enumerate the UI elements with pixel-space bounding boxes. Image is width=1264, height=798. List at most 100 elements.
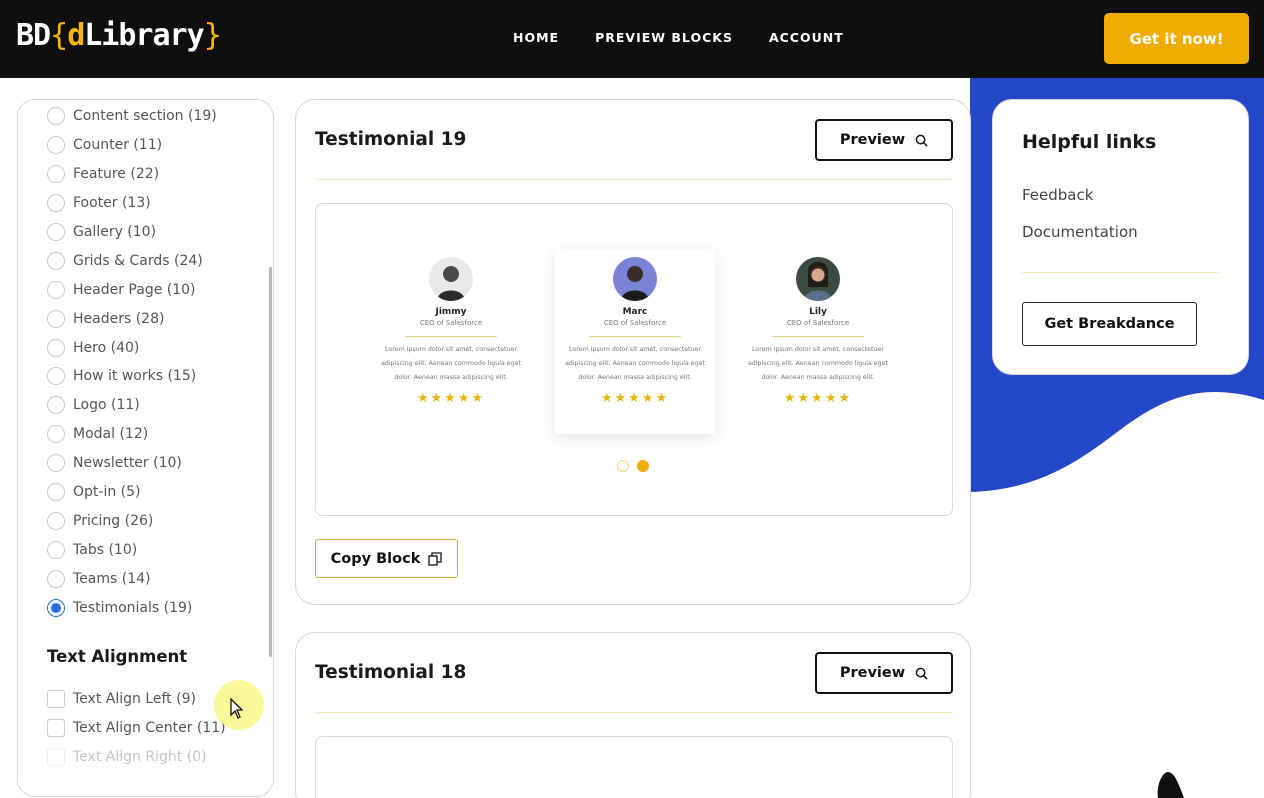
radio-button[interactable] (47, 194, 65, 213)
divider (405, 336, 497, 337)
category-option[interactable]: Content section (19) (47, 102, 217, 131)
documentation-link[interactable]: Documentation (1022, 223, 1138, 241)
category-option[interactable]: Grids & Cards (24) (47, 246, 217, 275)
divider (1022, 272, 1219, 273)
get-it-now-button[interactable]: Get it now! (1104, 13, 1249, 64)
mouse-cursor-icon (230, 698, 244, 719)
preview-button[interactable]: Preview (815, 119, 953, 161)
feedback-link[interactable]: Feedback (1022, 186, 1093, 204)
testimonial-role: CEO of Salesforce (603, 319, 667, 327)
category-option[interactable]: Teams (14) (47, 564, 217, 593)
avatar (429, 257, 473, 301)
filter-sidebar: Content section (19) Counter (11) Featur… (17, 99, 274, 797)
category-label: Header Page (10) (73, 281, 196, 298)
category-label: Teams (14) (73, 570, 151, 587)
testimonial-name: Marc (622, 307, 648, 317)
category-option[interactable]: How it works (15) (47, 362, 217, 391)
radio-button[interactable] (47, 454, 65, 473)
radio-button[interactable] (47, 280, 65, 299)
category-option[interactable]: Modal (12) (47, 420, 217, 449)
copy-icon (428, 551, 443, 566)
category-label: Gallery (10) (73, 224, 157, 240)
search-icon (915, 134, 928, 147)
star-rating: ★★★★★ (783, 391, 853, 406)
category-option[interactable]: Counter (11) (47, 131, 217, 160)
site-logo[interactable]: BD{dLibrary} (16, 18, 222, 53)
category-option[interactable]: Headers (28) (47, 304, 217, 333)
testimonial-text: Lorem ipsum dolor sit amet, consectetuer… (380, 346, 522, 381)
radio-button[interactable] (47, 511, 65, 530)
radio-button[interactable] (47, 309, 65, 328)
radio-button[interactable] (47, 223, 65, 241)
divider (315, 712, 953, 713)
category-label: Newsletter (10) (73, 455, 182, 472)
category-label: Logo (11) (73, 397, 140, 414)
category-label: Tabs (10) (73, 541, 138, 558)
category-option[interactable]: Logo (11) (47, 391, 217, 420)
block-card: Testimonial 18 Preview (295, 632, 971, 798)
category-label: Pricing (26) (73, 512, 154, 529)
radio-button[interactable] (47, 540, 65, 559)
category-option[interactable]: Opt-in (5) (47, 478, 217, 507)
testimonial-card: Jimmy CEO of Salesforce Lorem ipsum dolo… (371, 249, 531, 434)
search-icon (915, 667, 928, 680)
block-preview (315, 736, 953, 798)
carousel-dot-active[interactable] (637, 460, 649, 472)
preview-button[interactable]: Preview (815, 652, 953, 694)
carousel-dots (617, 460, 649, 472)
radio-button-checked[interactable] (47, 598, 65, 617)
nav-account[interactable]: ACCOUNT (769, 30, 844, 45)
checkbox[interactable] (47, 689, 65, 708)
radio-button[interactable] (47, 367, 65, 386)
category-label: How it works (15) (73, 368, 197, 385)
alignment-list: Text Align Left (9) Text Align Center (1… (47, 684, 226, 771)
radio-button[interactable] (47, 425, 65, 444)
block-preview: Jimmy CEO of Salesforce Lorem ipsum dolo… (315, 203, 953, 516)
category-option[interactable]: Header Page (10) (47, 275, 217, 304)
category-option[interactable]: Footer (13) (47, 189, 217, 218)
block-card: Testimonial 19 Preview Jimmy CEO of Sale… (295, 99, 971, 605)
radio-button[interactable] (47, 569, 65, 588)
divider (772, 336, 864, 337)
preview-label: Preview (839, 665, 906, 681)
alignment-option[interactable]: Text Align Center (11) (47, 713, 226, 742)
sidebar-scrollbar[interactable] (269, 267, 272, 657)
top-navigation-bar: BD{dLibrary} HOME PREVIEW BLOCKS ACCOUNT… (0, 0, 1264, 78)
testimonial-text: Lorem ipsum dolor sit amet, consectetuer… (564, 346, 706, 381)
copy-label: Copy Block (330, 550, 421, 567)
copy-block-button[interactable]: Copy Block (315, 539, 458, 578)
category-option[interactable]: Pricing (26) (47, 506, 217, 535)
nav-preview-blocks[interactable]: PREVIEW BLOCKS (595, 30, 733, 45)
testimonial-role: CEO of Salesforce (419, 319, 483, 327)
radio-button[interactable] (47, 107, 65, 126)
category-option[interactable]: Hero (40) (47, 333, 217, 362)
radio-button[interactable] (47, 251, 65, 270)
category-label: Testimonials (19) (73, 599, 193, 616)
category-option[interactable]: Tabs (10) (47, 535, 217, 564)
testimonial-text: Lorem ipsum dolor sit amet, consectetuer… (747, 346, 889, 381)
alignment-label: Text Align Center (11) (73, 719, 226, 736)
nav-home[interactable]: HOME (513, 30, 559, 45)
category-list: Content section (19) Counter (11) Featur… (47, 102, 217, 622)
radio-button[interactable] (47, 396, 65, 415)
category-option[interactable]: Gallery (10) (47, 218, 217, 247)
divider (589, 336, 681, 337)
category-option[interactable]: Newsletter (10) (47, 449, 217, 478)
checkbox[interactable] (47, 718, 65, 737)
text-alignment-heading: Text Alignment (47, 647, 188, 666)
radio-button[interactable] (47, 483, 65, 502)
category-option[interactable]: Feature (22) (47, 160, 217, 189)
category-label: Grids & Cards (24) (73, 252, 203, 269)
divider (315, 179, 953, 180)
decorative-shape (1157, 772, 1184, 798)
alignment-option[interactable]: Text Align Left (9) (47, 684, 226, 713)
get-breakdance-button[interactable]: Get Breakdance (1022, 302, 1197, 346)
star-rating: ★★★★★ (416, 391, 486, 406)
radio-button[interactable] (47, 136, 65, 155)
category-option-selected[interactable]: Testimonials (19) (47, 593, 217, 622)
radio-button[interactable] (47, 338, 65, 357)
radio-button[interactable] (47, 165, 65, 184)
carousel-dot[interactable] (617, 460, 629, 472)
testimonial-card: Marc CEO of Salesforce Lorem ipsum dolor… (555, 249, 715, 434)
category-label: Modal (12) (73, 426, 149, 443)
